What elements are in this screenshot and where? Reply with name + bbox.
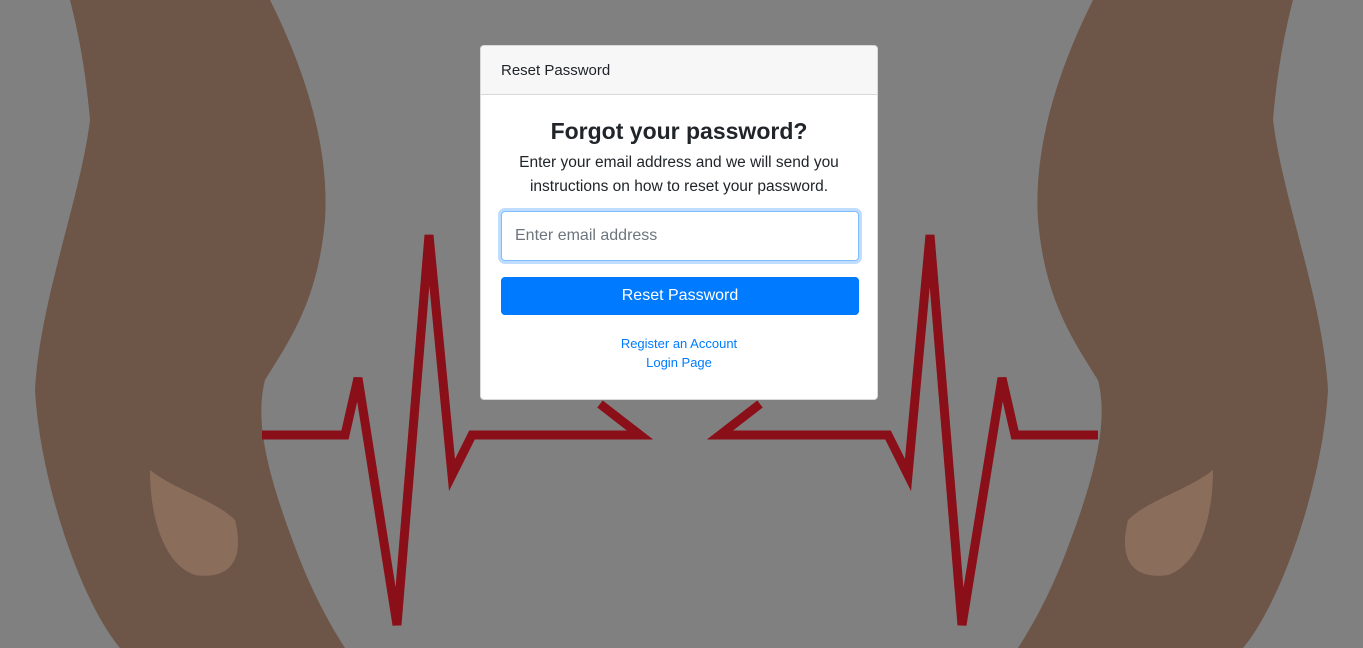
page-title: Forgot your password? xyxy=(550,118,808,144)
card-header: Reset Password xyxy=(481,46,877,95)
reset-password-button[interactable]: Reset Password xyxy=(501,277,859,315)
instructions-text: Enter your email address and we will sen… xyxy=(519,154,839,195)
login-page-link[interactable]: Login Page xyxy=(501,353,857,372)
email-input[interactable] xyxy=(501,211,859,261)
register-account-link[interactable]: Register an Account xyxy=(501,334,857,353)
footer-links: Register an Account Login Page xyxy=(501,334,857,372)
card-body: Forgot your password? Enter your email a… xyxy=(481,117,877,372)
reset-password-card: Reset Password Forgot your password? Ent… xyxy=(480,45,878,400)
